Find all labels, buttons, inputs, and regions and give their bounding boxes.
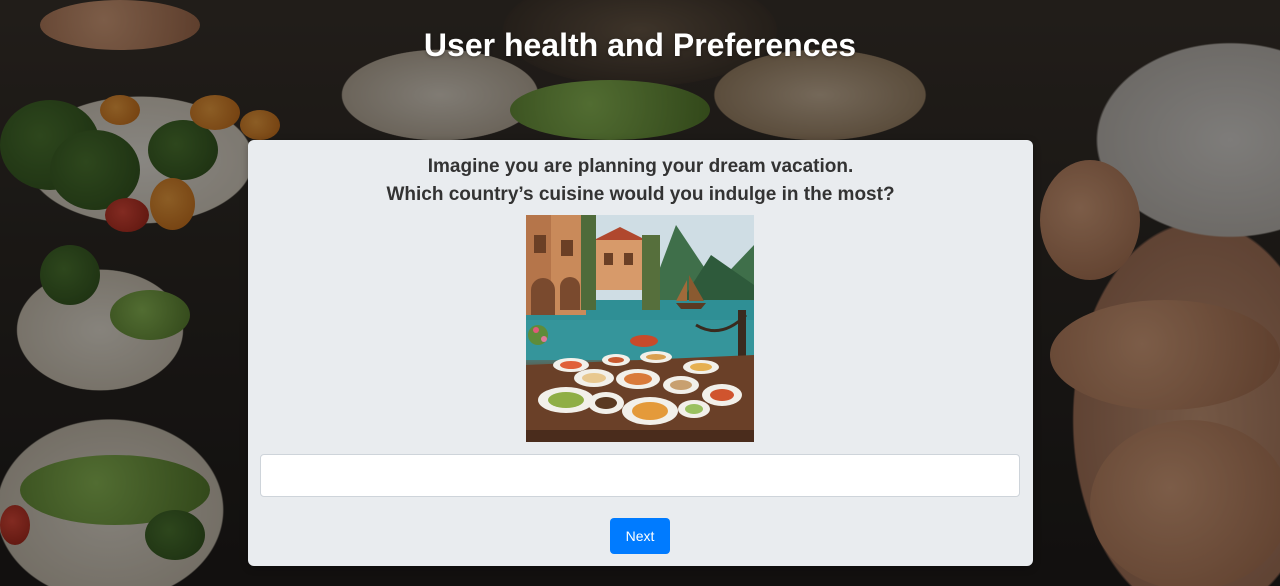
- question-line-2: Which country’s cuisine would you indulg…: [386, 184, 895, 205]
- page-title: User health and Preferences: [423, 27, 857, 63]
- question-line-1: Imagine you are planning your dream vaca…: [427, 156, 854, 177]
- answer-input[interactable]: [260, 454, 1020, 497]
- page: User health and Preferences Imagine you …: [0, 0, 1280, 586]
- lakeside-dinner-illustration: [526, 215, 754, 442]
- next-button[interactable]: Next: [610, 518, 670, 554]
- lakeside-dinner-image: [526, 215, 754, 442]
- question-card: Imagine you are planning your dream vaca…: [248, 140, 1033, 566]
